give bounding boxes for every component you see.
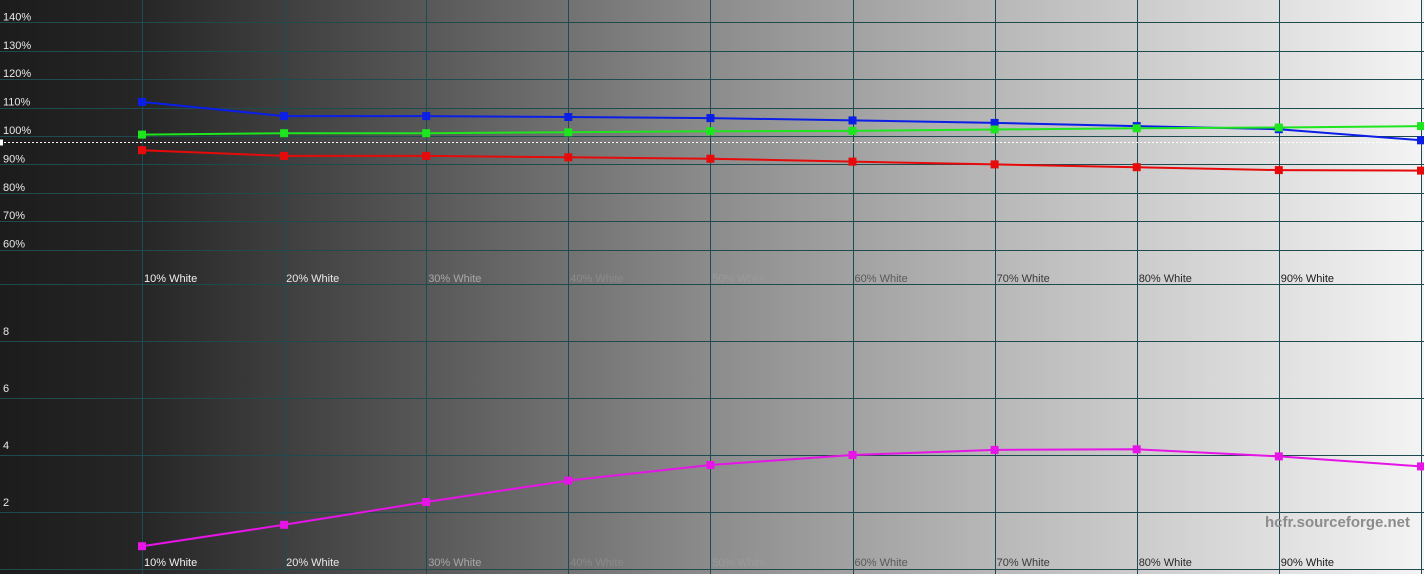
data-point xyxy=(1132,124,1141,133)
category-label: 50% White xyxy=(712,273,765,285)
data-point xyxy=(280,112,289,121)
data-point xyxy=(990,125,999,134)
data-point xyxy=(706,154,715,163)
data-point xyxy=(422,129,431,138)
calibration-chart-window: 140% 130% 120% 110% 100% 90% 80% 70% 60% 8 6 4 2 10% … xyxy=(0,0,1424,574)
calibration-chart: 140% 130% 120% 110% 100% 90% 80% 70% 60% 8 6 4 2 10% … xyxy=(0,0,1424,574)
data-point xyxy=(1417,462,1424,471)
watermark: hcfr.sourceforge.net xyxy=(1265,514,1410,531)
data-point xyxy=(848,126,857,135)
data-point xyxy=(848,157,857,166)
y-tick-label: 90% xyxy=(3,153,25,165)
y-tick-label: 100% xyxy=(3,125,31,137)
category-label: 70% White xyxy=(997,557,1050,569)
data-point xyxy=(422,112,431,121)
data-point xyxy=(138,97,146,106)
data-point xyxy=(1132,445,1141,454)
data-point xyxy=(564,476,573,485)
data-point xyxy=(564,153,573,162)
y-tick-label: 140% xyxy=(3,11,31,23)
reference-marker xyxy=(0,139,3,146)
category-label: 10% White xyxy=(144,273,197,285)
category-label: 30% White xyxy=(428,273,481,285)
y-tick-label: 130% xyxy=(3,40,31,52)
y-tick-label: 70% xyxy=(3,210,25,222)
data-point xyxy=(280,151,289,160)
data-point xyxy=(564,128,573,137)
data-point xyxy=(422,151,431,160)
category-label: 70% White xyxy=(997,273,1050,285)
data-point xyxy=(1417,122,1424,131)
category-label: 50% White xyxy=(712,557,765,569)
data-point xyxy=(990,160,999,169)
data-point xyxy=(1274,452,1283,461)
category-label: 30% White xyxy=(428,557,481,569)
data-point xyxy=(848,116,857,125)
y-tick-label: 8 xyxy=(3,326,9,338)
y-tick-label: 110% xyxy=(3,97,31,109)
data-point xyxy=(422,498,431,506)
data-point xyxy=(706,114,715,123)
category-label: 60% White xyxy=(855,273,908,285)
data-point xyxy=(138,146,146,155)
y-tick-label: 2 xyxy=(3,497,9,509)
data-point xyxy=(990,445,999,454)
category-label: 80% White xyxy=(1139,273,1192,285)
y-tick-label: 4 xyxy=(3,440,9,452)
category-label: 40% White xyxy=(570,273,623,285)
data-point xyxy=(564,113,573,121)
data-point xyxy=(706,127,715,136)
data-point xyxy=(1417,136,1424,145)
category-label: 80% White xyxy=(1139,557,1192,569)
y-tick-label: 6 xyxy=(3,383,9,395)
category-label: 60% White xyxy=(855,557,908,569)
data-point xyxy=(1417,166,1424,175)
category-label: 40% White xyxy=(570,557,623,569)
data-point xyxy=(706,461,715,469)
data-point xyxy=(138,542,146,551)
y-tick-label: 120% xyxy=(3,68,31,80)
y-tick-label: 80% xyxy=(3,182,25,194)
data-point xyxy=(848,451,857,459)
category-label: 90% White xyxy=(1281,273,1334,285)
y-tick-label: 60% xyxy=(3,239,25,251)
category-label: 20% White xyxy=(286,557,339,569)
data-point xyxy=(1274,166,1283,175)
data-point xyxy=(1274,123,1283,132)
category-label: 20% White xyxy=(286,273,339,285)
category-label: 10% White xyxy=(144,557,197,569)
data-point xyxy=(280,129,289,138)
data-point xyxy=(1132,163,1141,172)
data-point xyxy=(280,520,289,529)
category-label: 90% White xyxy=(1281,557,1334,569)
chart-background xyxy=(0,0,1424,574)
data-point xyxy=(138,130,146,139)
